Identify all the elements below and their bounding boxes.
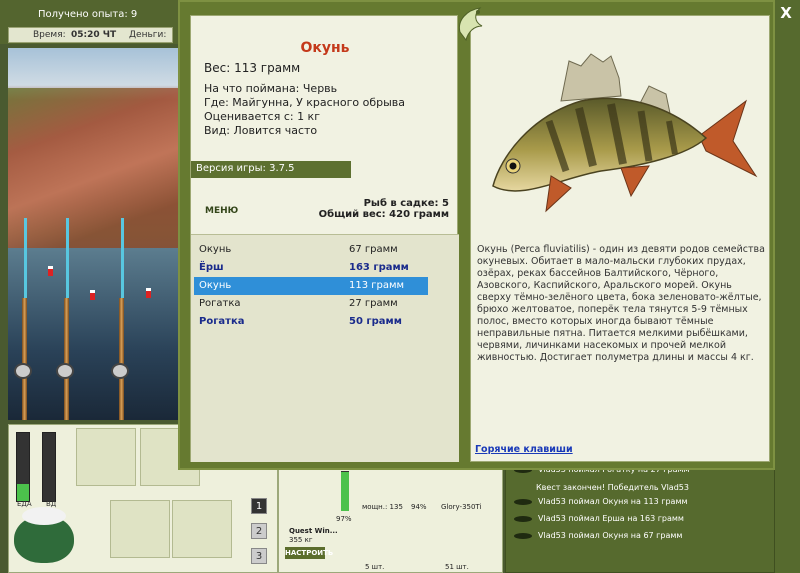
rod-name: Quest Win...: [289, 527, 338, 535]
rod-durability-bar: [341, 471, 349, 511]
perch-image: [492, 53, 758, 213]
game-version: Версия игры: 3.7.5: [191, 161, 351, 178]
experience-label: Получено опыта: 9: [38, 9, 138, 20]
right-strip: [775, 0, 800, 573]
catch-row[interactable]: Рогатка 27 грамм: [194, 295, 428, 313]
reel-power: мощн.: 135: [362, 503, 403, 511]
rod-tip-3: [121, 218, 124, 298]
fish-bait: На что поймана: Червь: [204, 82, 338, 95]
fish-icon: [514, 498, 532, 505]
rod-percent: 97%: [336, 515, 352, 523]
cage-count: Рыб в садке: 5: [363, 198, 449, 209]
lake-water: [8, 248, 178, 420]
second-gauge: [42, 432, 56, 502]
page-3-button[interactable]: 3: [251, 548, 267, 564]
fishing-scene[interactable]: [8, 48, 178, 420]
fish-type: Вид: Ловится часто: [204, 124, 318, 137]
food-gauge: [16, 432, 30, 502]
bait-pot-icon[interactable]: [14, 507, 74, 563]
fish-name: Окунь: [300, 40, 350, 56]
catch-list: Окунь 67 грамм Ёрш 163 грамм Окунь 113 грам…: [191, 234, 459, 462]
cliff: [8, 88, 178, 248]
menu-button[interactable]: МЕНЮ: [205, 206, 238, 216]
rod-tip-2: [66, 218, 69, 298]
fish-details-pane: Окунь Вес: 113 грамм На что поймана: Чер…: [190, 15, 459, 462]
log-entry: Квест закончен! Победитель Vlad53: [536, 483, 689, 492]
rod-weight: 355 кг: [289, 536, 313, 544]
fish-weight: Вес: 113 грамм: [204, 61, 301, 75]
food-label: ЕДА: [17, 500, 32, 508]
bucket-slot[interactable]: [172, 500, 232, 558]
game-logo-icon: [458, 7, 483, 42]
fishing-rod-1[interactable]: [22, 298, 27, 420]
fish-value: Оценивается с: 1 кг: [204, 110, 320, 123]
catch-row[interactable]: Окунь 67 грамм: [194, 241, 428, 259]
line-name: Glory-350Ti: [441, 503, 482, 511]
money-label: Деньги:: [129, 30, 167, 40]
fish-icon: [514, 532, 532, 539]
bag-slot[interactable]: [76, 428, 136, 486]
fish-description: Окунь (Perca fluviatilis) - один из девя…: [477, 244, 765, 363]
time-label: Время:: [33, 30, 66, 40]
setup-button[interactable]: НАСТРОИТЬ: [285, 547, 333, 559]
catch-row[interactable]: Ёрш 163 грамм: [194, 259, 428, 277]
catch-row[interactable]: Рогатка 50 грамм: [194, 313, 428, 331]
log-entry: Vlad53 поймал Ерша на 163 грамм: [514, 514, 684, 523]
reel-icon: [14, 363, 32, 379]
page-2-button[interactable]: 2: [251, 523, 267, 539]
reel-icon: [56, 363, 74, 379]
float-icon: [146, 288, 151, 298]
reel-icon: [111, 363, 129, 379]
cage-summary: Рыб в садке: 5 Общий вес: 420 грамм: [319, 198, 449, 220]
status-bar: Время: 05:20 ЧТ Деньги:: [8, 27, 173, 43]
bait-qty: 51 шт.: [445, 563, 469, 571]
fish-description-pane: Окунь (Perca fluviatilis) - один из девя…: [470, 15, 770, 462]
event-log: Vlad53 поймал Рогатку на 27 грамм Квест …: [505, 460, 775, 573]
time-value: 05:20 ЧТ: [71, 30, 117, 40]
reel-percent: 94%: [411, 503, 427, 511]
fish-location: Где: Майгунна, У красного обрыва: [204, 96, 406, 109]
fish-info-dialog: Окунь Вес: 113 грамм На что поймана: Чер…: [178, 0, 775, 470]
tackle-panel: 97% Quest Win... 355 кг НАСТРОИТЬ мощн.:…: [278, 460, 503, 573]
fishing-rod-2[interactable]: [64, 298, 69, 420]
fishing-rod-3[interactable]: [119, 298, 124, 420]
close-button[interactable]: X: [778, 5, 794, 21]
rod-tip-1: [24, 218, 27, 298]
fish-icon: [514, 515, 532, 522]
float-icon: [48, 266, 53, 276]
log-entry: Vlad53 поймал Окуня на 67 грамм: [514, 531, 682, 540]
total-weight: Общий вес: 420 грамм: [318, 209, 449, 220]
log-entry: Vlad53 поймал Окуня на 113 грамм: [514, 497, 688, 506]
catch-row-selected[interactable]: Окунь 113 грамм: [194, 277, 428, 295]
hotkeys-link[interactable]: Горячие клавиши: [475, 444, 573, 455]
hook-qty: 5 шт.: [365, 563, 385, 571]
basket-slot[interactable]: [110, 500, 170, 558]
page-1-button[interactable]: 1: [251, 498, 267, 514]
float-icon: [90, 290, 95, 300]
